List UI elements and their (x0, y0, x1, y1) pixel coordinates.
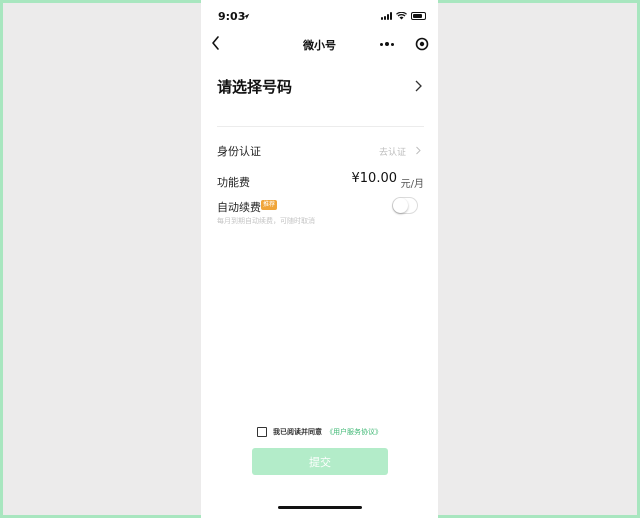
auto-renew-label: 自动续费 (217, 201, 261, 214)
identity-label: 身份认证 (217, 145, 261, 158)
battery-icon (411, 12, 426, 20)
agreement-row: 我已阅读并同意 《用户服务协议》 (257, 426, 382, 438)
user-agreement-link[interactable]: 《用户服务协议》 (326, 427, 382, 437)
status-time: 9:03 (218, 10, 246, 23)
fee-price: ¥10.00 (351, 171, 398, 186)
status-icons (381, 12, 426, 20)
home-indicator (278, 506, 362, 509)
fee-unit: 元/月 (400, 179, 424, 190)
mini-program-capsule (377, 33, 429, 55)
identity-verification-row[interactable]: 身份认证 去认证 (217, 142, 422, 160)
auto-renew-toggle[interactable] (392, 197, 418, 214)
agreement-text: 我已阅读并同意 (273, 428, 322, 436)
navigation-bar: 微小号 (201, 31, 438, 57)
toggle-knob (393, 198, 408, 213)
fee-row: 功能费 ¥10.00 元/月 (217, 171, 424, 191)
identity-action: 去认证 (378, 148, 406, 158)
divider (217, 126, 424, 127)
fee-label: 功能费 (217, 176, 250, 189)
signal-icon (381, 12, 392, 20)
status-bar: 9:03 (201, 0, 438, 30)
location-arrow-icon (243, 13, 250, 20)
recommend-badge: 推荐 (261, 200, 278, 210)
auto-renew-description: 每月到期自动续费，可随时取消 (217, 217, 315, 225)
select-number-label: 请选择号码 (217, 78, 293, 96)
wifi-icon (396, 12, 407, 20)
close-mini-program-icon[interactable] (415, 37, 429, 51)
phone-screen: 9:03 微小号 请选择号码 身份认证 去认证 功能费 ¥10.00 元/月 自… (201, 0, 438, 518)
agreement-checkbox[interactable] (257, 427, 267, 437)
more-options-icon[interactable] (377, 36, 397, 52)
auto-renew-row: 自动续费 推荐 每月到期自动续费，可随时取消 (217, 197, 422, 227)
select-number-row[interactable]: 请选择号码 (217, 70, 422, 104)
submit-button[interactable]: 提交 (252, 448, 388, 475)
chevron-right-icon (415, 80, 422, 92)
chevron-right-icon (416, 146, 421, 155)
